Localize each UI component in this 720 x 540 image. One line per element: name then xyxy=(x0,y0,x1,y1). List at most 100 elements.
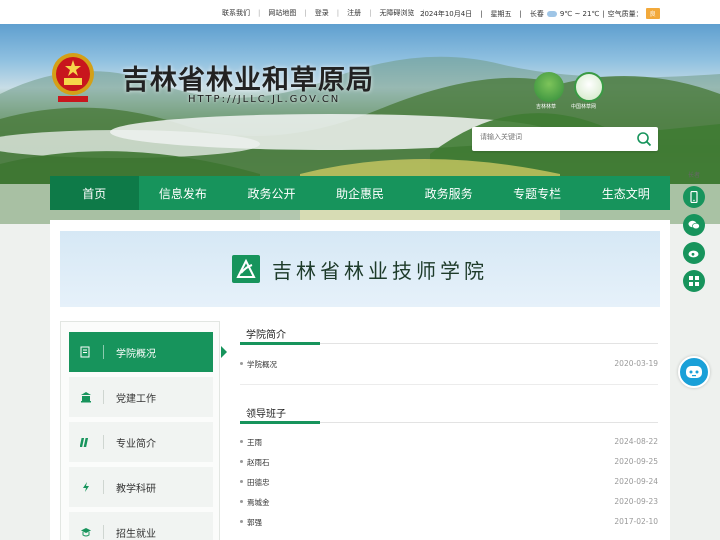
graduation-cap-icon xyxy=(69,526,103,538)
divider xyxy=(240,384,658,385)
site-title: 吉林省林业和草原局 xyxy=(122,65,374,96)
section-title: 领导班子 xyxy=(246,409,286,420)
item-date: 2024-08-22 xyxy=(614,437,658,446)
current-date: 2024年10月4日 xyxy=(420,9,473,18)
menu-item-admission[interactable]: 招生就业 xyxy=(69,512,213,540)
nav-item-services[interactable]: 政务服务 xyxy=(404,176,493,210)
menu-label: 党建工作 xyxy=(116,393,156,405)
menu-label: 教学科研 xyxy=(116,483,156,495)
nav-item-ecology[interactable]: 生态文明 xyxy=(581,176,670,210)
china-forestry-logo-icon[interactable] xyxy=(574,72,604,102)
nav-item-topics[interactable]: 专题专栏 xyxy=(493,176,582,210)
cloud-icon xyxy=(546,10,557,17)
separator xyxy=(103,390,104,404)
nav-item-gov-affairs[interactable]: 政务公开 xyxy=(227,176,316,210)
wechat-icon[interactable] xyxy=(683,214,705,236)
left-menu: 学院概况 党建工作 专业简介 教学科研 招生就业 xyxy=(60,321,227,540)
item-title[interactable]: 郭强 xyxy=(247,517,262,528)
item-title[interactable]: 田德忠 xyxy=(247,477,270,488)
item-date: 2020-09-25 xyxy=(614,457,658,466)
search-input[interactable] xyxy=(480,133,630,141)
contact-link[interactable]: 联系我们 xyxy=(214,8,258,18)
section-title: 学院简介 xyxy=(246,330,286,341)
item-date: 2020-03-19 xyxy=(614,359,658,368)
bullet xyxy=(240,362,243,365)
separator xyxy=(103,525,104,539)
item-title[interactable]: 赵雨石 xyxy=(247,457,270,468)
logo-a-caption: 吉林林草 xyxy=(536,104,557,110)
menu-item-party[interactable]: 党建工作 xyxy=(69,377,213,417)
top-info: 2024年10月4日 | 星期五 | 长春 9℃ ~ 21℃ | 空气质量： 良 xyxy=(412,8,668,19)
weather-widget: 长春 9℃ ~ 21℃ | 空气质量： 良 xyxy=(522,8,668,19)
login-link[interactable]: 登录 xyxy=(307,8,337,18)
national-emblem-icon xyxy=(52,53,94,102)
bullet xyxy=(240,480,243,483)
books-icon xyxy=(69,436,103,448)
menu-label: 专业简介 xyxy=(116,438,156,450)
search-icon[interactable] xyxy=(636,131,652,147)
logo-b-caption: 中国林草网 xyxy=(571,104,597,110)
jilin-forestry-logo-icon[interactable] xyxy=(534,72,564,102)
school-logo-icon xyxy=(232,255,260,283)
building-icon xyxy=(69,391,103,403)
nav-item-home[interactable]: 首页 xyxy=(50,176,139,210)
school-name: 吉林省林业技师学院 xyxy=(272,258,488,283)
active-arrow xyxy=(221,346,227,358)
air-quality-label: 空气质量： xyxy=(607,9,643,18)
elder-mode-link[interactable]: 长者 xyxy=(676,170,712,180)
section-header: 学院简介 xyxy=(240,324,658,345)
air-quality-badge: 良 xyxy=(645,8,660,19)
section-leadership: 领导班子 王雨 2024-08-22 赵雨石 2020-09-25 田德忠 20… xyxy=(240,403,658,532)
item-title[interactable]: 学院概况 xyxy=(247,359,277,370)
item-title[interactable]: 王雨 xyxy=(247,437,262,448)
list-item[interactable]: 赵雨石 2020-09-25 xyxy=(240,452,658,472)
section-accent-bar xyxy=(240,421,320,424)
bullet xyxy=(240,500,243,503)
separator xyxy=(103,345,104,359)
separator xyxy=(103,435,104,449)
top-links: 联系我们 | 网站地图 | 登录 | 注册 | 无障碍浏览 | xyxy=(214,8,425,18)
main-nav: 首页 信息发布 政务公开 助企惠民 政务服务 专题专栏 生态文明 xyxy=(50,176,670,210)
nav-item-enterprise[interactable]: 助企惠民 xyxy=(316,176,405,210)
separator xyxy=(103,480,104,494)
top-bar: 联系我们 | 网站地图 | 登录 | 注册 | 无障碍浏览 | 2024年10月4日 | 星… xyxy=(0,0,720,24)
section-header: 领导班子 xyxy=(240,403,658,424)
bullet xyxy=(240,440,243,443)
item-date: 2017-02-10 xyxy=(614,517,658,526)
list-item[interactable]: 王雨 2024-08-22 xyxy=(240,432,658,452)
item-date: 2020-09-23 xyxy=(614,497,658,506)
list-item[interactable]: 田德忠 2020-09-24 xyxy=(240,472,658,492)
sitemap-link[interactable]: 网站地图 xyxy=(260,8,304,18)
item-title[interactable]: 焉城金 xyxy=(247,497,270,508)
side-toolbar: 长者 xyxy=(676,170,712,292)
menu-item-overview[interactable]: 学院概况 xyxy=(69,332,227,372)
temperature: 9℃ ~ 21℃ xyxy=(559,9,600,18)
apps-icon[interactable] xyxy=(683,270,705,292)
menu-label: 学院概况 xyxy=(116,348,156,360)
search-box xyxy=(472,127,658,151)
menu-item-research[interactable]: 教学科研 xyxy=(69,467,213,507)
site-url: HTTP://JLLC.JL.GOV.CN xyxy=(188,94,341,105)
section-accent-bar xyxy=(240,342,320,345)
menu-item-majors[interactable]: 专业简介 xyxy=(69,422,213,462)
chatbot-robot-icon[interactable] xyxy=(678,356,710,388)
register-link[interactable]: 注册 xyxy=(339,8,369,18)
menu-label: 招生就业 xyxy=(116,528,156,540)
current-weekday: 星期五 xyxy=(490,9,512,18)
nav-item-info-release[interactable]: 信息发布 xyxy=(139,176,228,210)
main-content: 吉林省林业技师学院 学院概况 党建工作 专业简介 教学科研 招生就业 学院简介 … xyxy=(50,220,670,540)
mobile-icon[interactable] xyxy=(683,186,705,208)
bullet xyxy=(240,520,243,523)
city-name: 长春 xyxy=(529,9,544,18)
list-item[interactable]: 学院概况 2020-03-19 xyxy=(240,354,658,374)
sep: | xyxy=(602,9,605,18)
list-item[interactable]: 郭强 2017-02-10 xyxy=(240,512,658,532)
section-intro: 学院简介 学院概况 2020-03-19 xyxy=(240,324,658,374)
edit-icon xyxy=(69,346,103,358)
list-item[interactable]: 焉城金 2020-09-23 xyxy=(240,492,658,512)
bullet xyxy=(240,460,243,463)
flask-icon xyxy=(69,481,103,493)
item-date: 2020-09-24 xyxy=(614,477,658,486)
weibo-icon[interactable] xyxy=(683,242,705,264)
school-banner: 吉林省林业技师学院 xyxy=(60,231,660,307)
